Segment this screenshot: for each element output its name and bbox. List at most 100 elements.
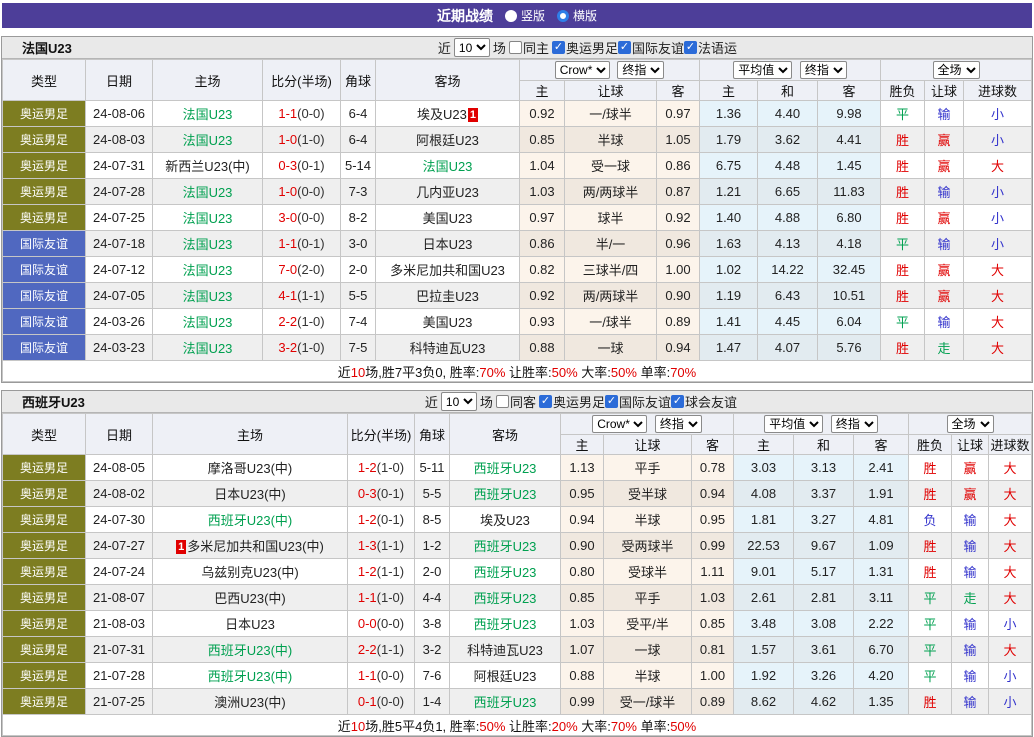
unit-label: 场 <box>479 395 493 410</box>
odds-final-select[interactable]: 终指 <box>654 415 702 433</box>
match-date: 24-07-28 <box>85 178 153 205</box>
away-team-cell: 西班牙U23 <box>449 532 561 559</box>
fulltime-group-header: 全场 <box>908 413 1032 435</box>
filter-checkbox[interactable]: ✓ 球会友谊 <box>670 392 737 411</box>
radio-icon[interactable] <box>557 9 569 22</box>
checkbox-icon[interactable]: ✓ <box>538 395 552 408</box>
home-team-cell: 法国U23 <box>152 100 263 127</box>
fulltime-select[interactable]: 全场 <box>932 61 980 79</box>
odds-source-select[interactable]: Crow* <box>554 61 610 79</box>
handicap-result-cell: 赢 <box>951 480 990 507</box>
col-header-result: 胜负 <box>908 434 953 455</box>
match-date: 24-07-24 <box>85 558 153 585</box>
filter-checkbox[interactable]: ✓ 奥运男足 <box>551 38 618 57</box>
corner-score: 5-14 <box>340 152 376 179</box>
filter-checkbox[interactable]: ✓ 国际友谊 <box>604 392 671 411</box>
result-cell: 胜 <box>880 282 926 309</box>
summary-text: 近10场,胜7平3负0, 胜率:70% 让胜率:50% 大率:50% 单率:70… <box>2 360 1032 382</box>
filter-label: 球会友谊 <box>684 395 737 410</box>
col-header-goals: 进球数 <box>988 434 1032 455</box>
handicap-result-cell: 赢 <box>924 282 965 309</box>
avg-home-odds: 1.63 <box>699 230 758 257</box>
avg-away-odds: 1.31 <box>852 558 910 585</box>
filter-checkbox[interactable]: ✓ 奥运男足 <box>538 392 605 411</box>
col-header-home: 主场 <box>152 59 263 101</box>
half-score: (1-0) <box>376 590 405 605</box>
avg-draw-odds: 9.67 <box>793 532 854 559</box>
col-header-odds-away: 客 <box>656 80 700 101</box>
match-row: 国际友谊 24-07-12 法国U23 7-0(2-0) 2-0 多米尼加共和国… <box>2 256 1032 283</box>
result-cell: 平 <box>880 230 926 257</box>
score-cell: 0-1(0-0) <box>347 688 415 715</box>
avg-draw-odds: 3.27 <box>793 506 854 533</box>
home-odds: 0.95 <box>560 480 604 507</box>
result-cell: 平 <box>880 308 926 335</box>
checkbox-icon[interactable] <box>508 41 522 54</box>
recent-count-select[interactable]: 10 <box>453 38 490 57</box>
col-header-avg-draw: 和 <box>757 80 818 101</box>
goals-result-cell: 小 <box>988 662 1032 689</box>
checkbox-icon[interactable] <box>495 395 509 408</box>
avg-home-odds: 2.61 <box>733 584 794 611</box>
corner-score: 6-4 <box>340 126 376 153</box>
handicap: 三球半/四 <box>564 256 657 283</box>
full-score: 1-2 <box>357 564 377 579</box>
summary-segment: 70% <box>610 718 637 734</box>
match-type-badge: 国际友谊 <box>2 334 86 361</box>
handicap-result-cell: 输 <box>951 688 990 715</box>
summary-segment: 近 <box>337 718 351 734</box>
odds-source-select[interactable]: Crow* <box>592 415 648 433</box>
away-team-name: 西班牙U23 <box>473 617 537 632</box>
col-header-avg-home: 主 <box>699 80 758 101</box>
recent-count-select[interactable]: 10 <box>440 392 477 411</box>
away-odds: 1.03 <box>691 584 734 611</box>
vertical-layout-radio[interactable]: 竖版 <box>504 7 545 24</box>
page-title: 近期战绩 <box>436 7 493 24</box>
score-cell: 1-2(0-1) <box>347 506 415 533</box>
avg-source-select[interactable]: 平均值 <box>733 61 793 79</box>
home-team-name: 日本U23 <box>225 617 275 632</box>
match-date: 24-08-02 <box>85 480 153 507</box>
filter-checkbox[interactable]: ✓ 国际友谊 <box>617 38 684 57</box>
match-type-badge: 奥运男足 <box>2 636 86 663</box>
avg-final-select[interactable]: 终指 <box>830 415 878 433</box>
checkbox-icon[interactable]: ✓ <box>604 395 618 408</box>
corner-score: 7-3 <box>340 178 376 205</box>
odds-final-select[interactable]: 终指 <box>617 61 665 79</box>
avg-away-odds: 4.18 <box>816 230 882 257</box>
avg-away-odds: 6.70 <box>852 636 910 663</box>
match-type-badge: 国际友谊 <box>2 282 86 309</box>
corner-score: 1-2 <box>414 532 450 559</box>
away-team-name: 科特迪瓦U23 <box>467 643 543 658</box>
same-venue-checkbox[interactable]: 同主 <box>508 38 549 57</box>
away-team-cell: 美国U23 <box>375 204 520 231</box>
result-cell: 胜 <box>908 454 953 481</box>
home-odds: 0.86 <box>519 230 565 257</box>
home-odds: 0.88 <box>519 334 565 361</box>
checkbox-icon[interactable]: ✓ <box>617 41 631 54</box>
avg-draw-odds: 4.40 <box>757 100 818 127</box>
fulltime-select[interactable]: 全场 <box>946 415 994 433</box>
checkbox-icon[interactable]: ✓ <box>683 41 697 54</box>
summary-row: 近10场,胜5平4负1, 胜率:50% 让胜率:20% 大率:70% 单率:50… <box>2 714 1032 736</box>
home-team-name: 西班牙U23(中) <box>207 513 293 528</box>
home-team-cell: 乌兹别克U23(中) <box>152 558 348 585</box>
handicap: 受半球 <box>603 480 692 507</box>
home-team-name: 法国U23 <box>182 315 233 330</box>
same-venue-checkbox[interactable]: 同客 <box>495 392 536 411</box>
checkbox-icon[interactable]: ✓ <box>551 41 565 54</box>
away-odds: 0.81 <box>691 636 734 663</box>
handicap-result-cell: 赢 <box>924 204 965 231</box>
filter-checkbox[interactable]: ✓ 法语运 <box>683 38 737 57</box>
corner-score: 5-11 <box>414 454 450 481</box>
away-team-name: 西班牙U23 <box>473 487 537 502</box>
radio-icon[interactable] <box>504 9 517 22</box>
horizontal-layout-radio[interactable]: 横版 <box>557 7 597 24</box>
checkbox-icon[interactable]: ✓ <box>670 395 684 408</box>
away-team-name: 巴拉圭U23 <box>416 289 479 304</box>
horizontal-layout-label: 横版 <box>573 9 598 23</box>
handicap-result-cell: 输 <box>951 610 990 637</box>
avg-final-select[interactable]: 终指 <box>799 61 847 79</box>
avg-source-select[interactable]: 平均值 <box>764 415 824 433</box>
match-row: 奥运男足 24-07-30 西班牙U23(中) 1-2(0-1) 8-5 埃及U… <box>2 506 1032 533</box>
